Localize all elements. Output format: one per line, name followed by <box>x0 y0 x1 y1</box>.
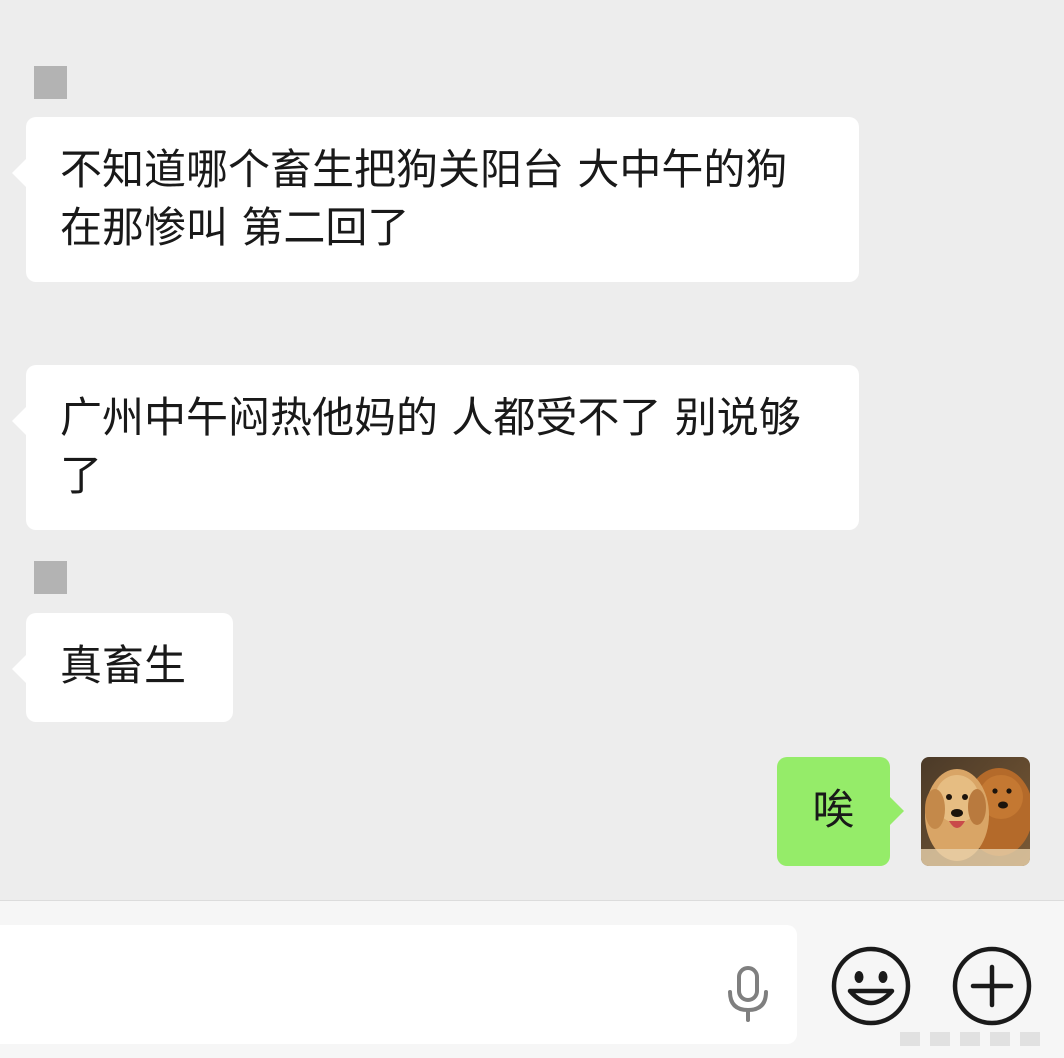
message-bubble-incoming-1[interactable]: 不知道哪个畜生把狗关阳台 大中午的狗在那惨叫 第二回了 <box>12 117 859 282</box>
avatar[interactable] <box>921 757 1030 866</box>
emoji-icon[interactable] <box>830 945 912 1027</box>
message-text: 真畜生 <box>60 641 187 690</box>
message-text: 不知道哪个畜生把狗关阳台 大中午的狗在那惨叫 第二回了 <box>60 145 788 252</box>
message-bubble-incoming-2[interactable]: 广州中午闷热他妈的 人都受不了 别说够了 <box>12 365 859 530</box>
watermark-dots <box>900 1032 1040 1046</box>
chat-area: 不知道哪个畜生把狗关阳台 大中午的狗在那惨叫 第二回了 广州中午闷热他妈的 人都… <box>0 0 1064 900</box>
dog-avatar-image <box>921 757 1030 866</box>
message-bubble-incoming-3[interactable]: 真畜生 <box>12 613 233 722</box>
message-bubble-outgoing-1[interactable]: 唉 <box>777 757 904 866</box>
sender-name-redacted <box>34 66 67 99</box>
plus-icon[interactable] <box>951 945 1033 1027</box>
message-text: 广州中午闷热他妈的 人都受不了 别说够了 <box>60 393 801 500</box>
message-text: 唉 <box>812 785 855 834</box>
sender-name-redacted <box>34 561 67 594</box>
message-input[interactable] <box>0 925 797 1044</box>
microphone-icon[interactable] <box>724 966 772 1022</box>
